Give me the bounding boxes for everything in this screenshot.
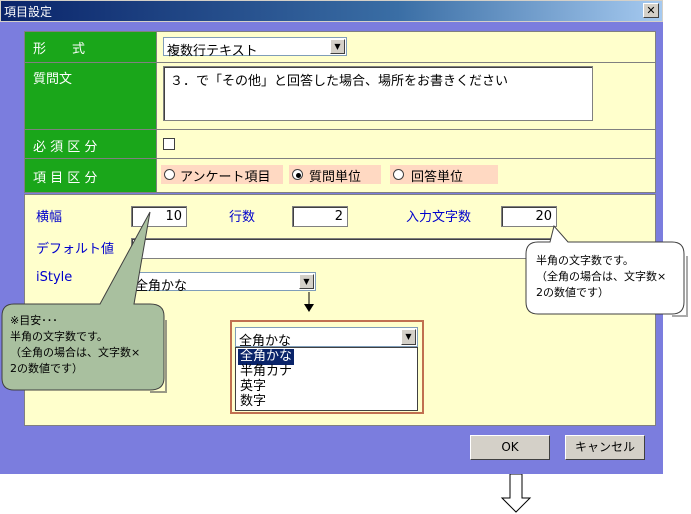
column-divider — [156, 32, 157, 192]
row-divider — [25, 158, 655, 159]
chars-label: 入力文字数 — [406, 210, 472, 225]
callout-left-line: （全角の場合は、文字数× — [10, 346, 141, 359]
format-select-value: 複数行テキスト — [167, 44, 258, 59]
radio-answer-unit-icon[interactable] — [393, 169, 404, 180]
row-divider — [25, 62, 655, 63]
category-label: 項 目 区 分 — [33, 171, 98, 186]
callout-left-text: ※目安･･･ 半角の文字数です。 （全角の場合は、文字数× 2の数値です） — [10, 313, 140, 377]
radio-label-question-unit: 質問単位 — [309, 170, 362, 185]
lines-label: 行数 — [229, 210, 256, 225]
arrow-down-outline-icon — [500, 474, 532, 513]
question-label: 質問文 — [33, 72, 73, 87]
callout-left-line: 半角の文字数です。 — [10, 330, 108, 343]
chevron-down-icon[interactable]: ▼ — [299, 274, 314, 289]
list-item[interactable]: 数字 — [238, 394, 268, 410]
default-value-input[interactable] — [131, 238, 551, 259]
row-divider — [25, 129, 655, 130]
required-label: 必 須 区 分 — [33, 140, 98, 155]
radio-label-answer-unit: 回答単位 — [411, 170, 464, 185]
list-item[interactable]: 英字 — [238, 379, 268, 395]
radio-label-questionnaire: アンケート項目 — [180, 170, 271, 185]
chevron-down-icon[interactable]: ▼ — [330, 39, 345, 54]
callout-right-line: 2の数値です） — [536, 286, 609, 299]
callout-right-line: （全角の場合は、文字数× — [536, 270, 667, 283]
callout-left-line: ※目安･･･ — [10, 314, 58, 327]
question-text: ３．で「その他」と回答した場合、場所をお書きください — [170, 74, 509, 89]
chevron-down-icon[interactable]: ▼ — [401, 329, 416, 345]
required-checkbox[interactable] — [163, 138, 175, 150]
radio-question-unit-icon[interactable] — [292, 169, 303, 180]
close-icon: ✕ — [646, 4, 656, 17]
callout-right-text: 半角の文字数です。 （全角の場合は、文字数× 2の数値です） — [536, 253, 666, 301]
callout-left-line: 2の数値です） — [10, 362, 83, 375]
format-select[interactable]: 複数行テキスト ▼ — [163, 37, 347, 59]
arrow-down-icon — [304, 292, 314, 312]
ok-button[interactable]: OK — [470, 435, 550, 460]
cancel-button[interactable]: キャンセル — [565, 435, 645, 460]
list-item[interactable]: 全角かな — [238, 349, 295, 365]
dropdown-demo-list: 全角かな 半角カナ 英字 数字 — [235, 347, 418, 411]
title-bar — [0, 0, 663, 22]
window-title: 項目設定 — [4, 5, 53, 19]
close-button[interactable]: ✕ — [643, 3, 659, 18]
radio-questionnaire-icon[interactable] — [164, 169, 175, 180]
list-item[interactable]: 半角カナ — [238, 364, 294, 380]
callout-right-line: 半角の文字数です。 — [536, 254, 634, 267]
format-label: 形 式 — [33, 42, 86, 57]
lines-input[interactable]: 2 — [292, 206, 348, 227]
dropdown-demo-select[interactable]: 全角かな ▼ — [235, 327, 418, 349]
question-textarea[interactable]: ３．で「その他」と回答した場合、場所をお書きください — [163, 66, 593, 121]
